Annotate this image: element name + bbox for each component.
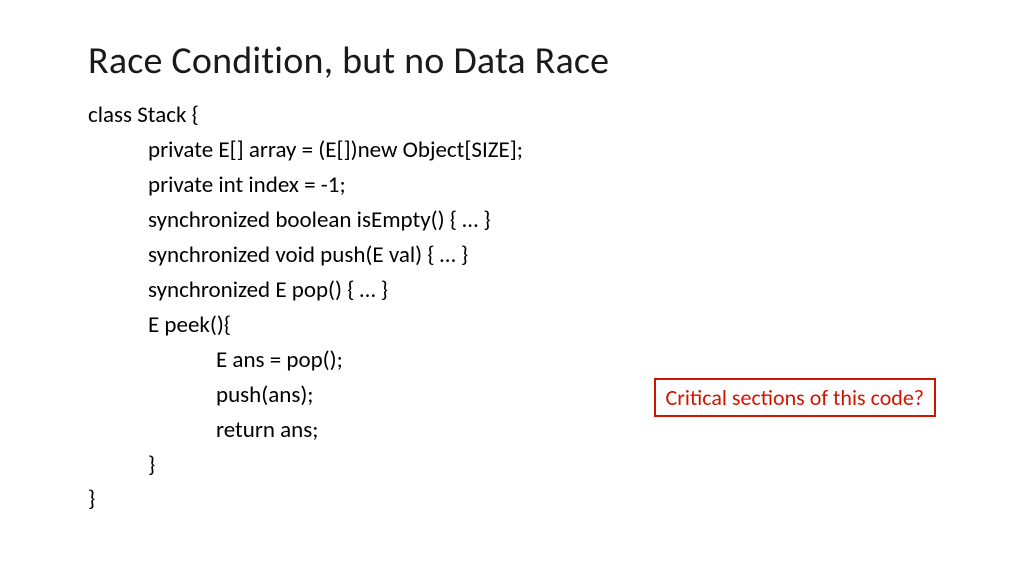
- code-line: }: [88, 448, 936, 483]
- slide: Race Condition, but no Data Race class S…: [0, 0, 1024, 576]
- code-line: synchronized void push(E val) { … }: [88, 238, 936, 273]
- code-line: E ans = pop();: [88, 343, 936, 378]
- code-line: class Stack {: [88, 98, 936, 133]
- code-line: synchronized boolean isEmpty() { … }: [88, 203, 936, 238]
- code-line: synchronized E pop() { … }: [88, 273, 936, 308]
- code-line: return ans;: [88, 413, 936, 448]
- code-block: class Stack { private E[] array = (E[])n…: [88, 98, 936, 517]
- slide-title: Race Condition, but no Data Race: [88, 38, 936, 84]
- code-line: private int index = -1;: [88, 168, 936, 203]
- code-line: private E[] array = (E[])new Object[SIZE…: [88, 133, 936, 168]
- code-line: E peek(){: [88, 308, 936, 343]
- callout-box: Critical sections of this code?: [654, 378, 937, 417]
- code-line: }: [88, 482, 936, 517]
